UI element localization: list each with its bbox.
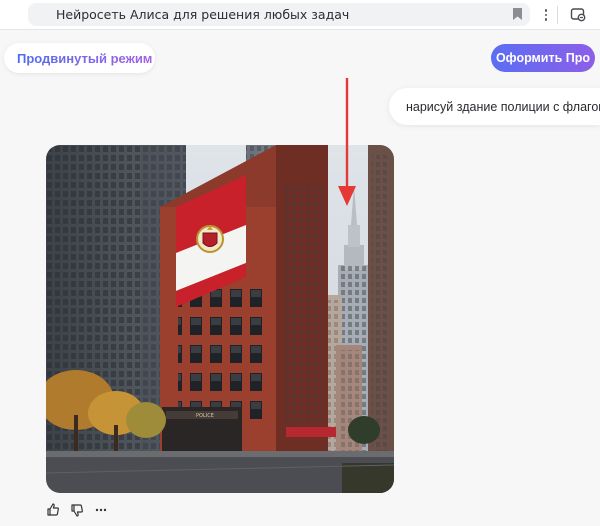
bookmark-icon[interactable] xyxy=(513,8,522,20)
mode-selector[interactable]: Продвинутый режим xyxy=(4,43,155,73)
thumbs-up-icon[interactable] xyxy=(46,503,60,517)
svg-text:POLICE: POLICE xyxy=(196,413,214,419)
get-pro-button[interactable]: Оформить Про xyxy=(491,44,595,72)
extension-icon[interactable] xyxy=(570,6,586,22)
toolbar-divider xyxy=(557,6,558,24)
annotation-arrow xyxy=(338,78,356,206)
thumbs-down-icon[interactable] xyxy=(70,503,84,517)
page-title: Нейросеть Алиса для решения любых задач xyxy=(56,7,350,22)
street xyxy=(46,453,394,493)
browser-toolbar: Нейросеть Алиса для решения любых задач xyxy=(0,0,600,30)
planter xyxy=(342,463,394,493)
more-horizontal-icon[interactable] xyxy=(94,503,108,517)
address-bar[interactable]: Нейросеть Алиса для решения любых задач xyxy=(28,3,530,26)
mode-label: Продвинутый режим xyxy=(17,50,153,66)
message-actions xyxy=(46,503,108,517)
user-message-text: нарисуй здание полиции с флагом xyxy=(406,99,600,114)
user-message: нарисуй здание полиции с флагом xyxy=(389,88,600,125)
more-vertical-icon[interactable] xyxy=(540,6,552,24)
